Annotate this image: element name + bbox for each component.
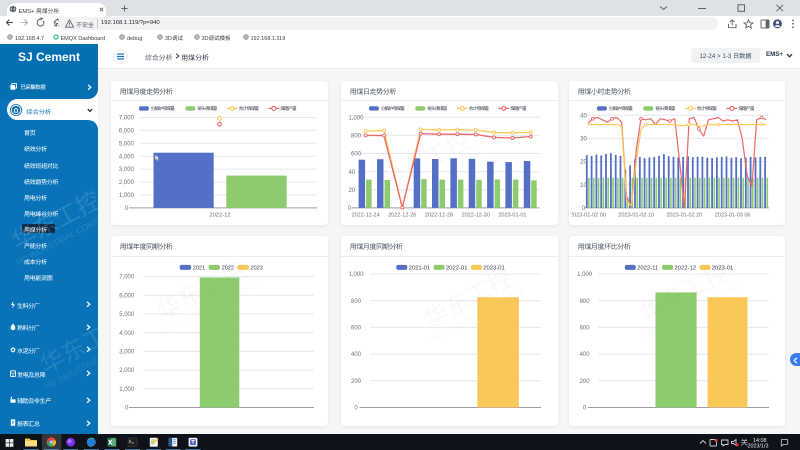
- svg-text:0: 0: [125, 206, 129, 212]
- svg-text:0: 0: [582, 206, 586, 212]
- svg-text:分解炉喷煤量: 分解炉喷煤量: [609, 106, 633, 112]
- svg-text:2022-01: 2022-01: [446, 266, 468, 272]
- svg-text:0: 0: [125, 406, 129, 412]
- svg-text:窑头喷煤量: 窑头喷煤量: [427, 106, 448, 112]
- svg-text:400: 400: [580, 352, 591, 358]
- svg-text:2023-01-03 06: 2023-01-03 06: [715, 212, 751, 218]
- svg-text:200: 200: [351, 379, 362, 385]
- svg-text:3,000: 3,000: [119, 167, 135, 173]
- svg-text:1,000: 1,000: [119, 387, 135, 393]
- svg-text:30: 30: [580, 137, 587, 143]
- svg-text:2023-01-02 10: 2023-01-02 10: [618, 212, 654, 218]
- svg-text:2022-12-30: 2022-12-30: [462, 212, 490, 218]
- svg-text:2023-01-01: 2023-01-01: [498, 212, 526, 218]
- svg-text:窑头喷煤量: 窑头喷煤量: [197, 106, 218, 112]
- svg-text:合计喷煤量: 合计喷煤量: [239, 106, 260, 112]
- svg-text:600: 600: [351, 152, 362, 158]
- svg-text:煤磨产量: 煤磨产量: [738, 106, 755, 112]
- svg-text:0: 0: [583, 406, 587, 412]
- svg-text:0: 0: [354, 406, 358, 412]
- svg-text:1,000: 1,000: [577, 272, 593, 278]
- svg-text:400: 400: [351, 352, 362, 358]
- svg-text:800: 800: [580, 299, 591, 305]
- svg-text:20: 20: [349, 188, 356, 194]
- svg-text:2,000: 2,000: [119, 368, 135, 374]
- svg-text:2022-12-24: 2022-12-24: [352, 212, 380, 218]
- svg-text:分解炉喷煤量: 分解炉喷煤量: [151, 106, 175, 112]
- svg-text:600: 600: [351, 326, 362, 332]
- svg-text:600: 600: [580, 326, 591, 332]
- svg-text:800: 800: [351, 299, 362, 305]
- svg-text:分解炉喷煤量: 分解炉喷煤量: [381, 106, 405, 112]
- svg-text:1,000: 1,000: [348, 272, 364, 278]
- svg-text:200: 200: [580, 379, 591, 385]
- svg-text:1,000: 1,000: [119, 193, 135, 199]
- svg-text:5,000: 5,000: [119, 141, 135, 147]
- svg-text:0: 0: [348, 206, 352, 212]
- svg-text:1,000: 1,000: [348, 115, 364, 121]
- svg-text:2022-12-28: 2022-12-28: [425, 212, 453, 218]
- svg-text:窑头喷煤量: 窑头喷煤量: [655, 106, 676, 112]
- svg-text:2,000: 2,000: [119, 180, 135, 186]
- svg-text:2022-12-26: 2022-12-26: [388, 212, 416, 218]
- svg-text:2022-11: 2022-11: [637, 266, 658, 272]
- svg-text:7,000: 7,000: [119, 275, 135, 281]
- svg-text:2023: 2023: [251, 266, 263, 272]
- svg-text:煤磨产量: 煤磨产量: [280, 106, 297, 112]
- svg-text:2023-01-02 20: 2023-01-02 20: [667, 212, 703, 218]
- svg-text:800: 800: [351, 134, 362, 140]
- svg-text:2023-01-02 00: 2023-01-02 00: [570, 212, 606, 218]
- svg-text:6,000: 6,000: [119, 293, 135, 299]
- svg-text:7,000: 7,000: [119, 116, 135, 122]
- svg-text:合计喷煤量: 合计喷煤量: [469, 106, 490, 112]
- svg-text:2022-12: 2022-12: [209, 212, 230, 218]
- svg-text:6,000: 6,000: [119, 129, 135, 135]
- svg-text:合计喷煤量: 合计喷煤量: [697, 106, 718, 112]
- svg-text:2023/1/3: 2023/1/3: [748, 443, 769, 449]
- svg-text:40: 40: [580, 113, 587, 119]
- svg-text:4,000: 4,000: [119, 154, 135, 160]
- svg-text:煤磨产量: 煤磨产量: [510, 106, 527, 112]
- svg-text:2021-01: 2021-01: [409, 266, 431, 272]
- svg-text:40: 40: [349, 170, 356, 176]
